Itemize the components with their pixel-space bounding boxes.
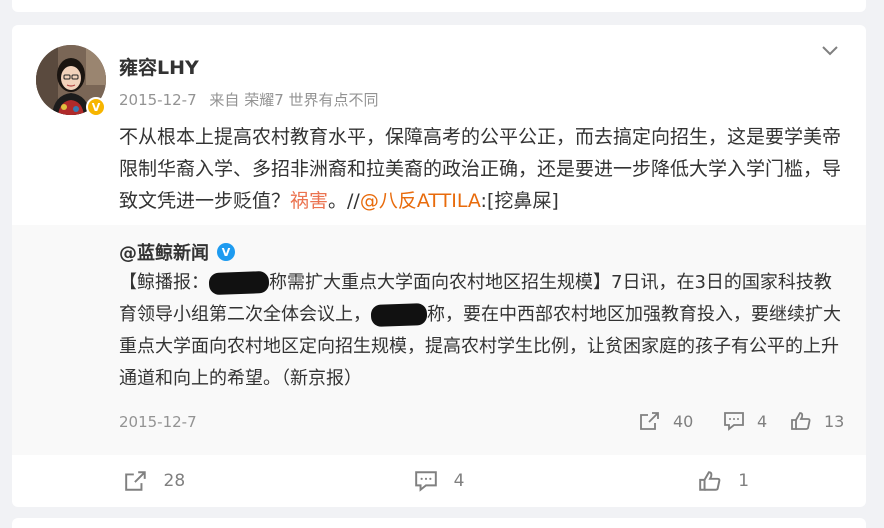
post-text: 不从根本上提高农村教育水平，保障高考的公平公正，而去搞定向招生，这是要学美帝限制… [119,121,849,217]
comment-icon [724,412,744,431]
share-button[interactable]: 28 [12,455,297,507]
repost-text-part1: 【鲸播报： [119,272,209,293]
share-count: 28 [163,471,186,491]
post-meta: 2015-12-7 来自 荣耀7 世界有点不同 [119,89,379,110]
mention-suffix: :[挖鼻屎] [480,190,559,212]
repost-like-count: 13 [824,411,845,431]
emoji-text: 祸害 [290,190,329,212]
repost-share-button[interactable]: 40 [639,411,693,431]
comment-button[interactable]: 4 [297,455,582,507]
next-card [12,518,866,528]
repost-comment-button[interactable]: 4 [723,411,767,431]
share-icon [124,471,146,491]
mention-link[interactable]: @八反ATTILA [360,190,481,212]
redaction-mark [370,303,428,327]
previous-card [12,0,866,12]
verified-blue-badge-icon: V [217,243,235,261]
repost-comment-count: 4 [757,411,768,431]
weibo-post-card: V 雍容LHY 2015-12-7 来自 荣耀7 世界有点不同 不从根本上提高农… [12,25,866,507]
username[interactable]: 雍容LHY [119,53,199,80]
chevron-down-icon[interactable] [818,41,842,61]
action-bar: 28 4 1 [12,455,866,507]
repost-like-button[interactable]: 13 [790,411,844,431]
post-text-separator: 。// [328,190,360,212]
verified-gold-badge-icon: V [86,97,106,117]
repost-text: 【鲸播报： 称需扩大重点大学面向农村地区招生规模】7日讯，在3日的国家科技教育领导… [119,267,849,395]
thumbs-up-icon [791,412,811,430]
post-source: 来自 荣耀7 世界有点不同 [209,91,379,109]
repost-author: @蓝鲸新闻 V [119,239,235,265]
comment-count: 4 [453,471,465,491]
thumbs-up-icon [699,471,721,491]
post-date[interactable]: 2015-12-7 [119,91,197,109]
repost-container[interactable]: @蓝鲸新闻 V 【鲸播报： 称需扩大重点大学面向农村地区招生规模】7日讯，在3日的… [12,225,866,455]
share-icon [640,412,659,430]
redaction-mark [208,270,270,296]
repost-share-count: 40 [673,411,694,431]
repost-author-name[interactable]: @蓝鲸新闻 [119,239,209,265]
repost-date[interactable]: 2015-12-7 [119,413,197,431]
comment-icon [414,471,437,492]
like-count: 1 [738,471,750,491]
like-button[interactable]: 1 [581,455,866,507]
